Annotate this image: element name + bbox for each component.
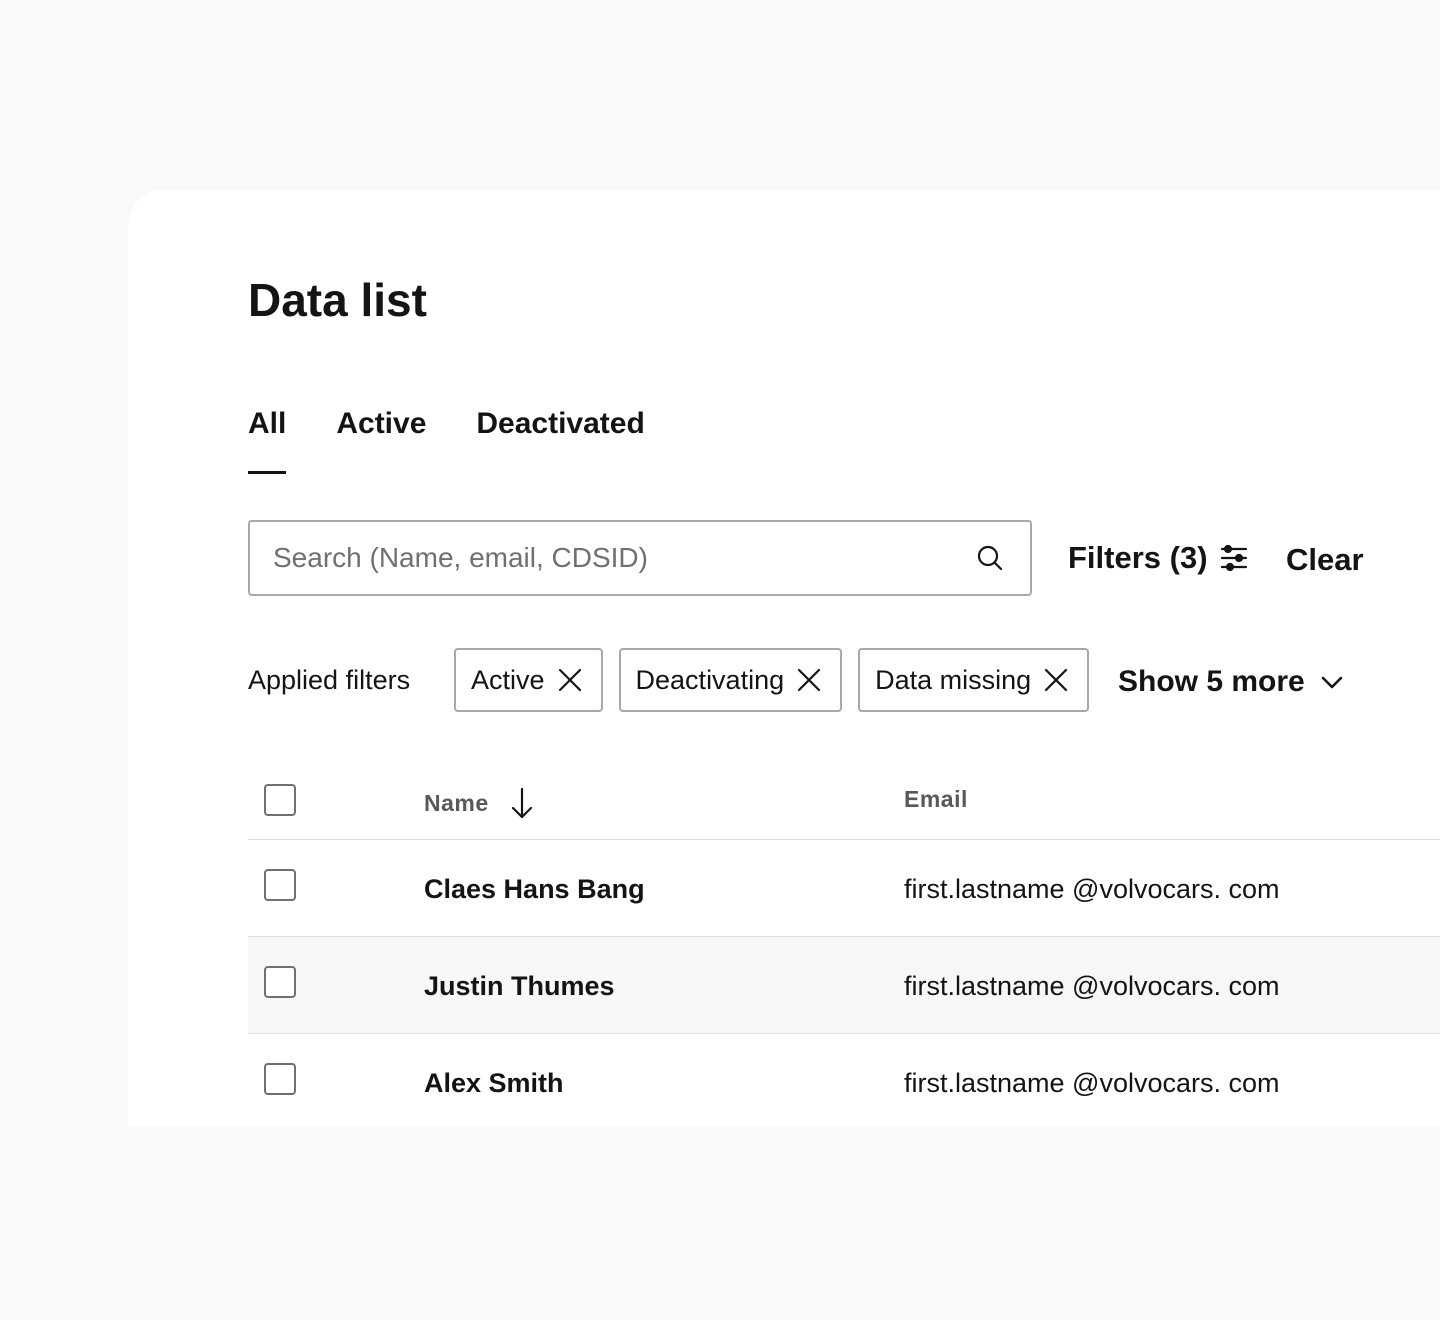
search-icon[interactable] — [974, 542, 1006, 574]
table-row[interactable]: Alex Smith first.lastname @volvocars. co… — [248, 1034, 1440, 1127]
select-all-checkbox[interactable] — [264, 784, 296, 816]
data-list-card: Data list All Active Deactivated Filters… — [128, 190, 1440, 1127]
filter-chips: Active Deactivating Data missing — [454, 648, 1090, 712]
tab-deactivated[interactable]: Deactivated — [476, 404, 644, 474]
row-checkbox[interactable] — [264, 1063, 296, 1095]
table-row[interactable]: Justin Thumes first.lastname @volvocars.… — [248, 937, 1440, 1034]
cell-email: first.lastname @volvocars. com — [904, 1068, 1280, 1098]
filter-chip-active[interactable]: Active — [454, 648, 603, 712]
filter-chip-deactivating[interactable]: Deactivating — [618, 648, 843, 712]
row-checkbox[interactable] — [264, 966, 296, 998]
chip-label: Deactivating — [635, 664, 785, 695]
sliders-icon — [1218, 542, 1250, 574]
cell-email: first.lastname @volvocars. com — [904, 874, 1280, 904]
applied-filters-label: Applied filters — [248, 665, 411, 695]
cell-name: Justin Thumes — [424, 971, 615, 1001]
chip-label: Active — [471, 664, 545, 695]
chip-label: Data missing — [875, 664, 1032, 695]
close-icon[interactable] — [1043, 667, 1069, 693]
chevron-down-icon — [1319, 669, 1345, 695]
table-row[interactable]: Claes Hans Bang first.lastname @volvocar… — [248, 840, 1440, 937]
row-checkbox[interactable] — [264, 869, 296, 901]
tab-bar: All Active Deactivated — [248, 404, 645, 474]
column-header-name[interactable]: Name — [424, 786, 535, 820]
show-more-button[interactable]: Show 5 more — [1118, 662, 1345, 702]
sort-arrow-down-icon[interactable] — [509, 786, 535, 820]
tab-active[interactable]: Active — [336, 404, 426, 474]
cell-name: Claes Hans Bang — [424, 874, 645, 904]
column-header-email: Email — [904, 786, 968, 812]
cell-email: first.lastname @volvocars. com — [904, 971, 1280, 1001]
show-more-label: Show 5 more — [1118, 665, 1305, 698]
data-table: Name Email Claes Hans Bang first.lastnam… — [248, 760, 1440, 1127]
table-header-row: Name Email — [248, 760, 1440, 840]
filters-button[interactable]: Filters (3) — [1068, 538, 1250, 578]
search-field — [248, 520, 1032, 596]
cell-name: Alex Smith — [424, 1068, 564, 1098]
search-input[interactable] — [250, 522, 974, 594]
column-header-label: Name — [424, 789, 489, 816]
tab-all[interactable]: All — [248, 404, 287, 474]
filters-label: Filters (3) — [1068, 540, 1208, 575]
close-icon[interactable] — [557, 667, 583, 693]
close-icon[interactable] — [796, 667, 822, 693]
filter-chip-data-missing[interactable]: Data missing — [858, 648, 1090, 712]
clear-button[interactable]: Clear — [1286, 540, 1364, 580]
page-title: Data list — [248, 274, 427, 326]
